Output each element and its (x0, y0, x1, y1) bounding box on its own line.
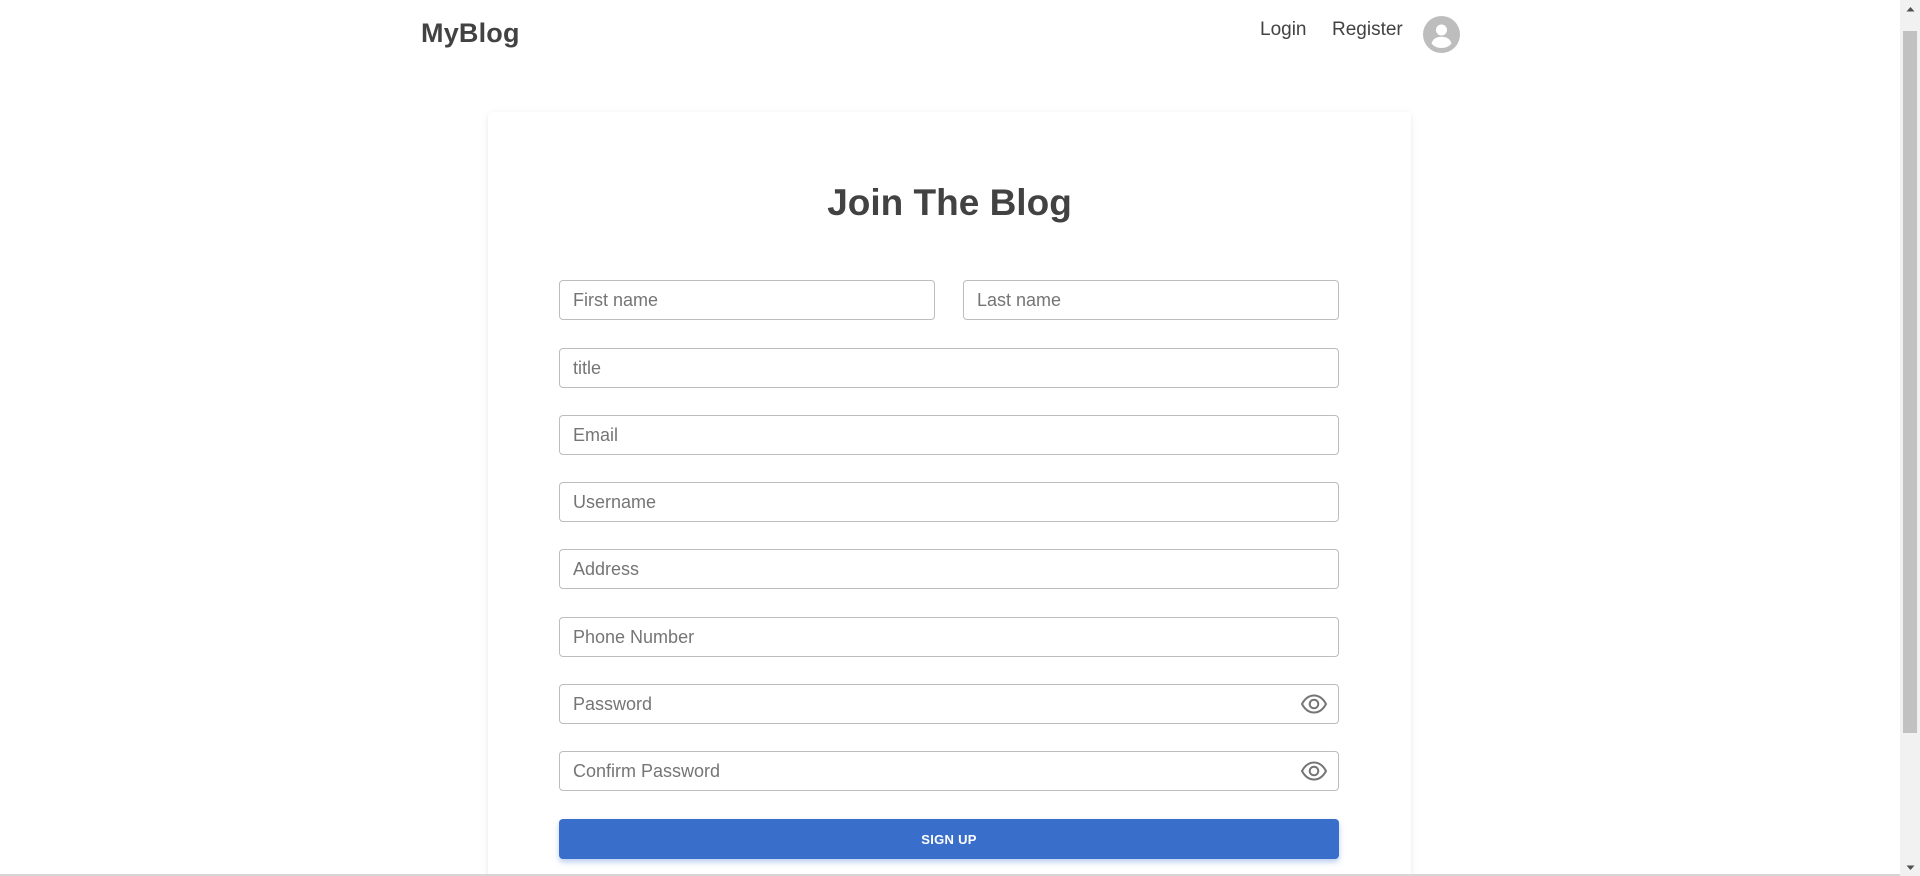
confirm-password-input[interactable] (560, 752, 1338, 790)
last-name-input[interactable] (964, 281, 1338, 319)
nav-register-link[interactable]: Register (1332, 19, 1403, 41)
title-field[interactable] (559, 348, 1339, 388)
title-input[interactable] (560, 349, 1338, 387)
scroll-up-arrow-icon[interactable] (1900, 0, 1920, 17)
password-field[interactable] (559, 684, 1339, 724)
account-circle-icon[interactable] (1423, 16, 1460, 53)
top-navbar: MyBlog Login Register (0, 0, 1900, 68)
username-field[interactable] (559, 482, 1339, 522)
email-input[interactable] (560, 416, 1338, 454)
username-input[interactable] (560, 483, 1338, 521)
email-field[interactable] (559, 415, 1339, 455)
password-input[interactable] (560, 685, 1338, 723)
last-name-field[interactable] (963, 280, 1339, 320)
eye-icon[interactable] (1300, 760, 1328, 782)
address-input[interactable] (560, 550, 1338, 588)
phone-input[interactable] (560, 618, 1338, 656)
scrollbar-thumb[interactable] (1903, 31, 1917, 733)
address-field[interactable] (559, 549, 1339, 589)
page: MyBlog Login Register Join The Blog Firs… (0, 0, 1920, 876)
form-title: Join The Blog (827, 182, 1072, 223)
signup-card: Join The Blog First name Last name title… (488, 112, 1411, 876)
phone-field[interactable] (559, 617, 1339, 657)
brand-logo[interactable]: MyBlog (421, 18, 520, 49)
scroll-down-arrow-icon[interactable] (1900, 859, 1920, 876)
confirm-password-field[interactable] (559, 751, 1339, 791)
first-name-field[interactable] (559, 280, 935, 320)
nav-login-link[interactable]: Login (1260, 19, 1307, 41)
sign-up-button[interactable]: SIGN UP (559, 819, 1339, 859)
first-name-input[interactable] (560, 281, 934, 319)
eye-icon[interactable] (1300, 693, 1328, 715)
vertical-scrollbar[interactable] (1900, 0, 1920, 876)
